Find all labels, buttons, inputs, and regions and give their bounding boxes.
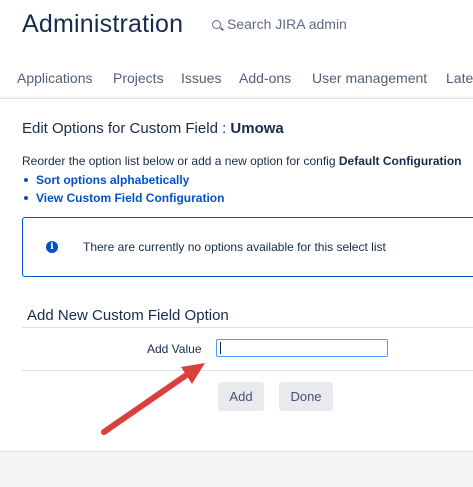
edit-options-title: Edit Options for Custom Field : Umowa	[22, 120, 284, 137]
bullet-icon	[24, 177, 28, 182]
config-name: Default Configuration	[338, 154, 462, 168]
info-icon: i	[46, 241, 58, 253]
add-option-title: Add New Custom Field Option	[27, 307, 229, 324]
info-message: i There are currently no options availab…	[22, 217, 473, 277]
top-header: Administration Search JIRA admin Applica…	[0, 0, 473, 96]
link-item-view-config: View Custom Field Configuration	[22, 191, 224, 205]
add-button[interactable]: Add	[218, 382, 264, 411]
admin-nav: Applications Projects Issues Add-ons Use…	[0, 70, 473, 88]
page-title: Administration	[22, 10, 184, 38]
done-button[interactable]: Done	[279, 382, 333, 411]
edit-options-panel: Edit Options for Custom Field : Umowa Re…	[0, 98, 473, 452]
edit-title-prefix: Edit Options for Custom Field :	[22, 120, 231, 137]
info-message-text: There are currently no options available…	[83, 240, 386, 254]
bullet-icon	[24, 195, 28, 200]
add-value-input[interactable]	[216, 339, 388, 357]
nav-add-ons[interactable]: Add-ons	[239, 70, 291, 86]
nav-projects[interactable]: Projects	[113, 70, 164, 86]
search-placeholder: Search JIRA admin	[227, 16, 347, 32]
divider	[22, 327, 473, 328]
search-icon	[212, 20, 221, 29]
link-item-sort: Sort options alphabetically	[22, 173, 189, 187]
sort-alphabetically-link[interactable]: Sort options alphabetically	[36, 173, 189, 187]
nav-user-management[interactable]: User management	[312, 70, 427, 86]
nav-issues[interactable]: Issues	[181, 70, 221, 86]
description-text: Reorder the option list below or add a n…	[22, 154, 339, 168]
nav-latest[interactable]: Latest	[446, 70, 473, 86]
reorder-description: Reorder the option list below or add a n…	[22, 154, 462, 168]
admin-search[interactable]: Search JIRA admin	[212, 16, 347, 32]
divider	[22, 370, 473, 371]
nav-applications[interactable]: Applications	[17, 70, 93, 86]
add-value-label: Add Value	[147, 342, 202, 356]
view-field-config-link[interactable]: View Custom Field Configuration	[36, 191, 224, 205]
custom-field-name: Umowa	[230, 120, 284, 137]
